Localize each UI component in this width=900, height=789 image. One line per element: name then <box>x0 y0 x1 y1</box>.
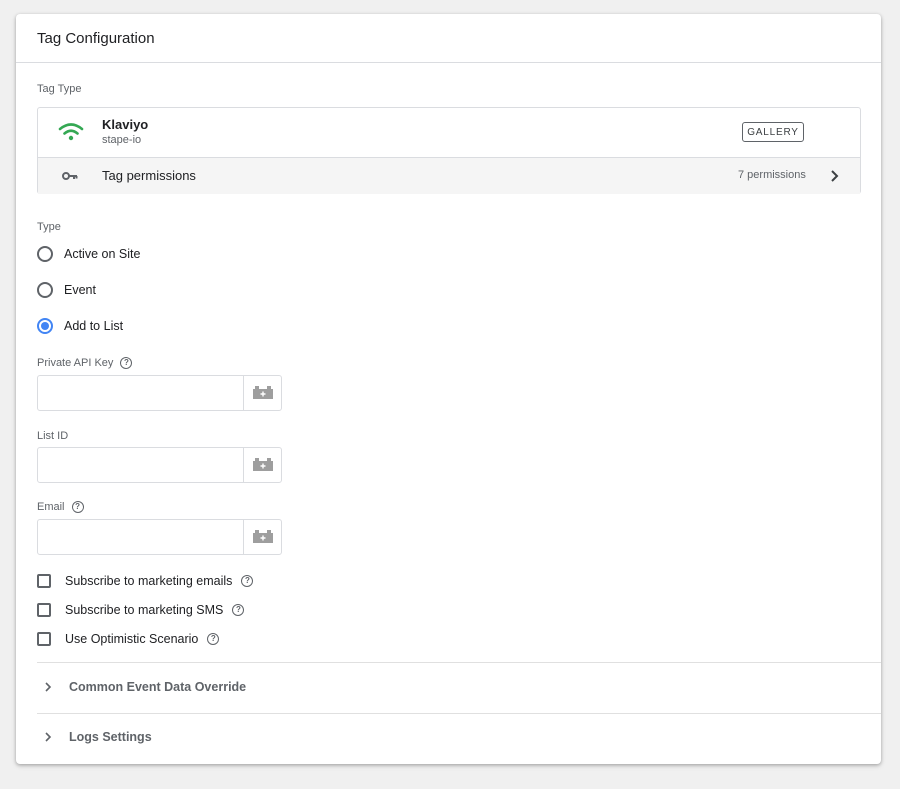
checkbox[interactable] <box>37 603 51 617</box>
checkbox-marketing-emails[interactable]: Subscribe to marketing emails ? <box>37 571 254 591</box>
tag-permissions-row[interactable]: Tag permissions 7 permissions <box>38 158 860 194</box>
tag-type-box: Klaviyo stape-io GALLERY Tag permissions… <box>37 107 861 194</box>
variable-brick-icon <box>252 458 273 471</box>
help-icon[interactable]: ? <box>207 633 220 645</box>
radio-label: Active on Site <box>64 247 141 261</box>
section-title: Common Event Data Override <box>69 680 247 694</box>
help-icon[interactable]: ? <box>120 357 133 369</box>
tag-permissions-label: Tag permissions <box>102 168 196 183</box>
list-id-label: List ID <box>37 430 68 442</box>
tag-configuration-card: Tag Configuration Tag Type Klaviyo stape… <box>16 14 881 764</box>
divider <box>37 713 881 714</box>
klaviyo-logo-icon <box>58 123 84 141</box>
email-field <box>37 519 282 555</box>
checkbox-label: Use Optimistic Scenario <box>65 632 199 646</box>
field-label-text: List ID <box>37 430 69 442</box>
radio-active-on-site[interactable]: Active on Site <box>37 243 140 265</box>
checkbox-label: Subscribe to marketing SMS <box>65 603 224 617</box>
checkbox-marketing-sms[interactable]: Subscribe to marketing SMS ? <box>37 600 245 620</box>
email-label: Email ? <box>37 501 84 513</box>
field-label-text: Email <box>37 501 65 513</box>
section-logs-settings[interactable]: Logs Settings <box>37 719 881 755</box>
tag-name: Klaviyo <box>102 117 149 132</box>
section-title: Logs Settings <box>69 730 152 744</box>
tag-author: stape-io <box>102 134 142 146</box>
chevron-right-icon <box>45 682 52 692</box>
tag-type-label: Tag Type <box>37 83 82 95</box>
checkbox-label: Subscribe to marketing emails <box>65 574 233 588</box>
field-label-text: Private API Key <box>37 357 114 369</box>
radio-button[interactable] <box>37 246 53 262</box>
radio-button-selected[interactable] <box>37 318 53 334</box>
variable-picker-button[interactable] <box>243 376 281 410</box>
checkbox-optimistic-scenario[interactable]: Use Optimistic Scenario ? <box>37 629 220 649</box>
variable-picker-button[interactable] <box>243 448 281 482</box>
key-icon <box>62 172 78 180</box>
help-icon[interactable]: ? <box>232 604 245 616</box>
private-api-key-label: Private API Key ? <box>37 357 133 369</box>
type-section-label: Type <box>37 221 61 233</box>
list-id-field <box>37 447 282 483</box>
chevron-right-icon[interactable] <box>828 168 842 184</box>
private-api-key-field <box>37 375 282 411</box>
help-icon[interactable]: ? <box>241 575 254 587</box>
section-common-event-data-override[interactable]: Common Event Data Override <box>37 669 881 705</box>
private-api-key-input[interactable] <box>38 376 243 410</box>
checkbox[interactable] <box>37 574 51 588</box>
page-title: Tag Configuration <box>37 29 155 47</box>
chevron-right-icon <box>45 732 52 742</box>
help-icon[interactable]: ? <box>71 501 84 513</box>
radio-label: Add to List <box>64 319 124 333</box>
variable-brick-icon <box>252 386 273 399</box>
tag-type-row[interactable]: Klaviyo stape-io GALLERY <box>38 108 860 158</box>
radio-label: Event <box>64 283 96 297</box>
gallery-button[interactable]: GALLERY <box>742 122 804 142</box>
tag-permissions-count: 7 permissions <box>738 169 806 181</box>
checkbox[interactable] <box>37 632 51 646</box>
variable-picker-button[interactable] <box>243 520 281 554</box>
card-header: Tag Configuration <box>16 14 881 63</box>
list-id-input[interactable] <box>38 448 243 482</box>
radio-event[interactable]: Event <box>37 279 96 301</box>
radio-add-to-list[interactable]: Add to List <box>37 315 123 337</box>
divider <box>37 662 881 663</box>
email-input[interactable] <box>38 520 243 554</box>
radio-button[interactable] <box>37 282 53 298</box>
variable-brick-icon <box>252 530 273 543</box>
